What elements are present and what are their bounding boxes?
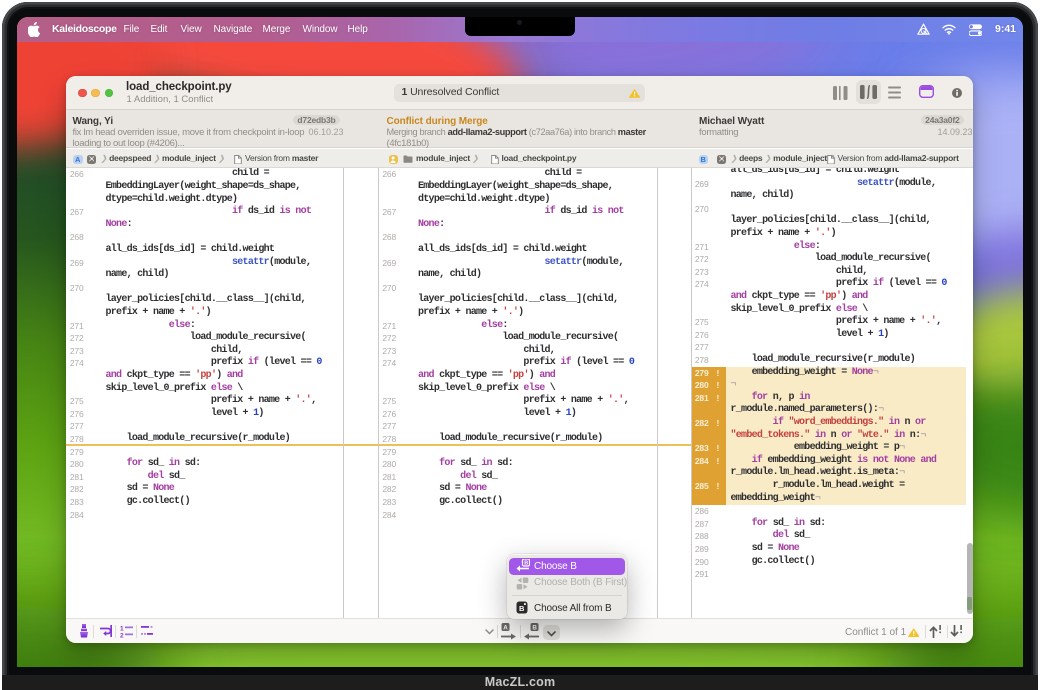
svg-text:B: B xyxy=(524,561,528,567)
svg-text:2: 2 xyxy=(120,632,124,638)
svg-text:B: B xyxy=(519,603,525,612)
svg-text:1: 1 xyxy=(120,625,124,632)
svg-text:B: B xyxy=(532,624,537,631)
svg-text:A: A xyxy=(503,624,508,631)
